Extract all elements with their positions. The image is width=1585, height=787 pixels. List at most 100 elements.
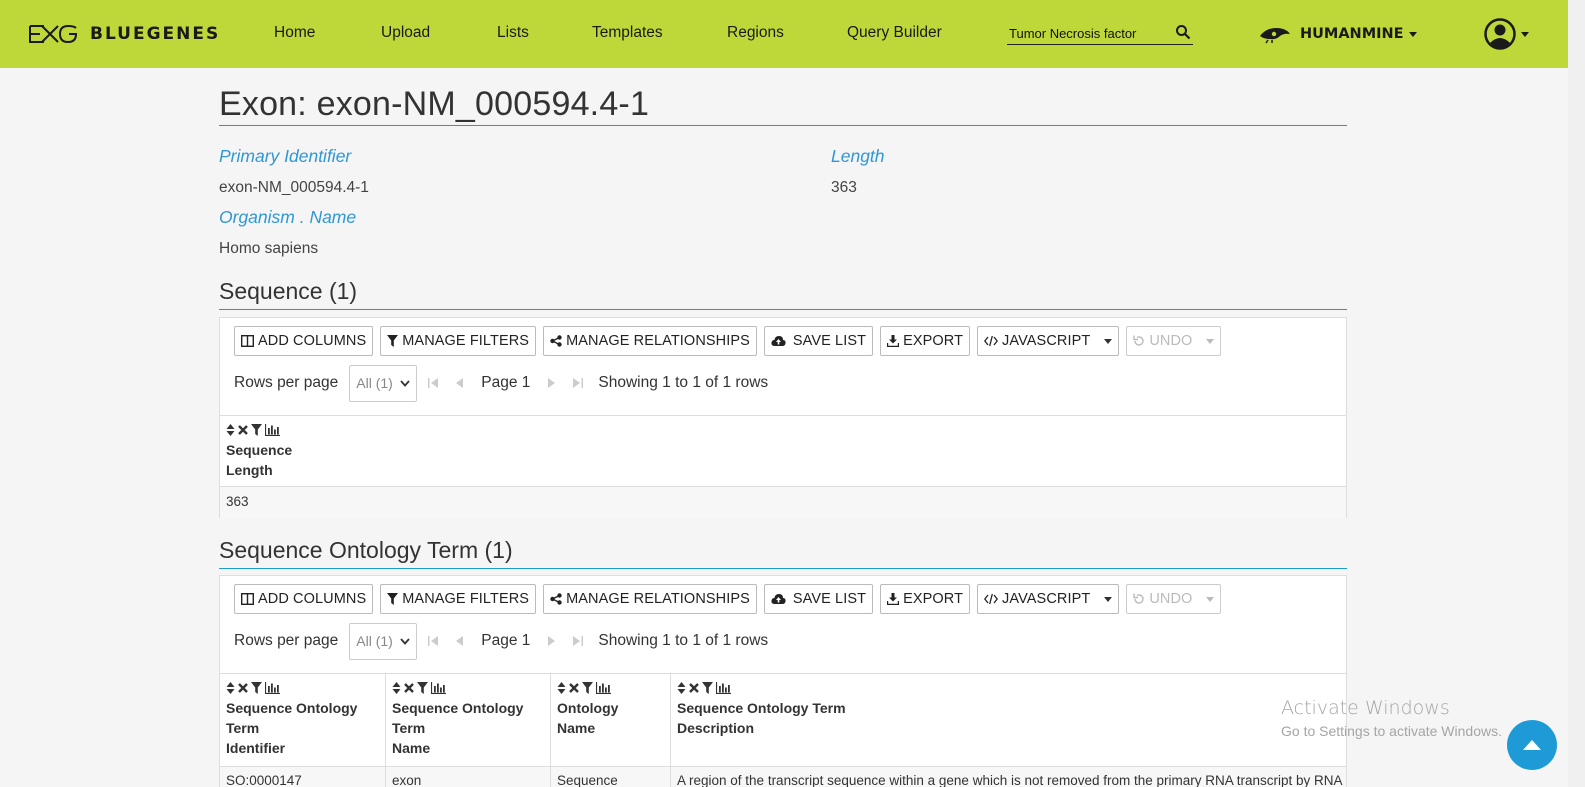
manage-relationships-button[interactable]: MANAGE RELATIONSHIPS <box>543 584 757 614</box>
next-page-icon[interactable] <box>544 376 558 390</box>
manage-relationships-button[interactable]: MANAGE RELATIONSHIPS <box>543 326 757 356</box>
column-summary-icon[interactable] <box>716 682 731 694</box>
column-summary-icon[interactable] <box>431 682 446 694</box>
page-number: Page 1 <box>481 374 531 391</box>
filter-icon[interactable] <box>417 682 428 694</box>
nav-regions[interactable]: Regions <box>727 24 784 42</box>
sort-icon[interactable] <box>226 424 235 436</box>
column-summary-icon[interactable] <box>265 682 280 694</box>
javascript-button[interactable]: JAVASCRIPT <box>977 326 1120 356</box>
add-columns-button[interactable]: ADD COLUMNS <box>234 584 374 614</box>
scroll-to-top-button[interactable] <box>1507 720 1557 770</box>
column-actions <box>677 680 1340 696</box>
manage-filters-label: MANAGE FILTERS <box>402 591 530 607</box>
filter-icon[interactable] <box>251 682 262 694</box>
rows-per-page-value: All (1) <box>356 633 393 649</box>
report-content: Exon: exon-NM_000594.4-1 Primary Identif… <box>219 82 1347 787</box>
table-cell[interactable]: A region of the transcript sequence with… <box>671 767 1346 787</box>
undo-button[interactable]: UNDO <box>1126 326 1222 356</box>
export-label: EXPORT <box>903 591 964 607</box>
save-list-button[interactable]: SAVE LIST <box>763 584 874 614</box>
sort-icon[interactable] <box>392 682 401 694</box>
account-menu[interactable] <box>1484 17 1529 51</box>
rows-per-page-select[interactable]: All (1) <box>349 364 418 402</box>
remove-column-icon[interactable] <box>238 683 248 693</box>
export-label: EXPORT <box>903 333 964 349</box>
column-header: Sequence Length <box>220 416 1346 486</box>
sort-icon[interactable] <box>557 682 566 694</box>
table-cell[interactable]: SO:0000147 <box>220 767 386 787</box>
first-page-icon[interactable] <box>427 376 441 390</box>
filter-icon[interactable] <box>702 682 713 694</box>
javascript-button[interactable]: JAVASCRIPT <box>977 584 1120 614</box>
table-cell[interactable]: exon <box>386 767 551 787</box>
undo-icon <box>1133 593 1145 604</box>
field-value-organism-name: Homo sapiens <box>219 240 319 257</box>
brand-name: BLUEGENES <box>90 24 221 44</box>
search-input[interactable] <box>1009 24 1169 42</box>
previous-page-icon[interactable] <box>453 634 467 648</box>
remove-column-icon[interactable] <box>569 683 579 693</box>
add-columns-button[interactable]: ADD COLUMNS <box>234 326 374 356</box>
top-navbar: BLUEGENES Home Upload Lists Templates Re… <box>0 0 1568 68</box>
windows-activation-watermark: Activate Windows Go to Settings to activ… <box>1281 697 1502 739</box>
column-summary-icon[interactable] <box>596 682 611 694</box>
page-number: Page 1 <box>481 632 531 649</box>
javascript-label: JAVASCRIPT <box>1002 591 1091 607</box>
column-actions <box>226 422 1340 438</box>
table-cell[interactable]: Sequence <box>551 767 671 787</box>
add-columns-label: ADD COLUMNS <box>258 591 367 607</box>
field-value-length: 363 <box>831 179 857 196</box>
undo-label: UNDO <box>1149 333 1193 349</box>
brand-link[interactable]: BLUEGENES <box>28 23 220 45</box>
nav-templates[interactable]: Templates <box>592 24 663 42</box>
chevron-down-icon <box>1521 31 1529 37</box>
save-list-button[interactable]: SAVE LIST <box>763 326 874 356</box>
sort-icon[interactable] <box>677 682 686 694</box>
export-button[interactable]: EXPORT <box>880 326 971 356</box>
field-label-length: Length <box>831 146 885 166</box>
export-button[interactable]: EXPORT <box>880 584 971 614</box>
remove-column-icon[interactable] <box>404 683 414 693</box>
rows-per-page-label: Rows per page <box>234 374 339 391</box>
sort-icon[interactable] <box>226 682 235 694</box>
column-summary-icon[interactable] <box>265 424 280 436</box>
remove-column-icon[interactable] <box>689 683 699 693</box>
filter-icon[interactable] <box>251 424 262 436</box>
column-actions <box>226 680 379 696</box>
manage-filters-button[interactable]: MANAGE FILTERS <box>380 584 537 614</box>
chevron-down-icon <box>400 379 410 387</box>
page-title: Exon: exon-NM_000594.4-1 <box>219 82 1347 126</box>
user-avatar-icon <box>1484 18 1516 50</box>
filter-icon[interactable] <box>582 682 593 694</box>
table-toolbar: ADD COLUMNS MANAGE FILTERS MANAGE RELATI… <box>234 326 1228 356</box>
manage-filters-button[interactable]: MANAGE FILTERS <box>380 326 537 356</box>
watermark-subtitle: Go to Settings to activate Windows. <box>1281 723 1502 739</box>
first-page-icon[interactable] <box>427 634 441 648</box>
column-header-label: Term <box>226 720 260 736</box>
column-actions <box>392 680 544 696</box>
last-page-icon[interactable] <box>570 634 584 648</box>
table-cell[interactable]: 363 <box>220 487 1346 518</box>
previous-page-icon[interactable] <box>453 376 467 390</box>
page-scrollbar[interactable] <box>1568 0 1585 787</box>
search-icon[interactable] <box>1175 24 1191 40</box>
next-page-icon[interactable] <box>544 634 558 648</box>
manage-relationships-label: MANAGE RELATIONSHIPS <box>566 591 750 607</box>
chevron-down-icon <box>1408 31 1417 37</box>
nav-query-builder[interactable]: Query Builder <box>847 24 942 42</box>
last-page-icon[interactable] <box>570 376 584 390</box>
nav-upload[interactable]: Upload <box>381 24 430 42</box>
results-grid: Sequence Length 363 <box>220 415 1346 518</box>
nav-lists[interactable]: Lists <box>497 24 529 42</box>
save-list-label: SAVE LIST <box>792 591 867 607</box>
remove-column-icon[interactable] <box>238 425 248 435</box>
mine-selector[interactable]: HUMANMINE <box>1258 22 1417 46</box>
arrow-up-icon <box>1523 740 1541 750</box>
undo-button[interactable]: UNDO <box>1126 584 1222 614</box>
rows-per-page-label: Rows per page <box>234 632 339 649</box>
nav-home[interactable]: Home <box>274 24 315 42</box>
manage-relationships-label: MANAGE RELATIONSHIPS <box>566 333 750 349</box>
rows-per-page-select[interactable]: All (1) <box>349 622 418 660</box>
chevron-down-icon <box>1206 596 1215 602</box>
